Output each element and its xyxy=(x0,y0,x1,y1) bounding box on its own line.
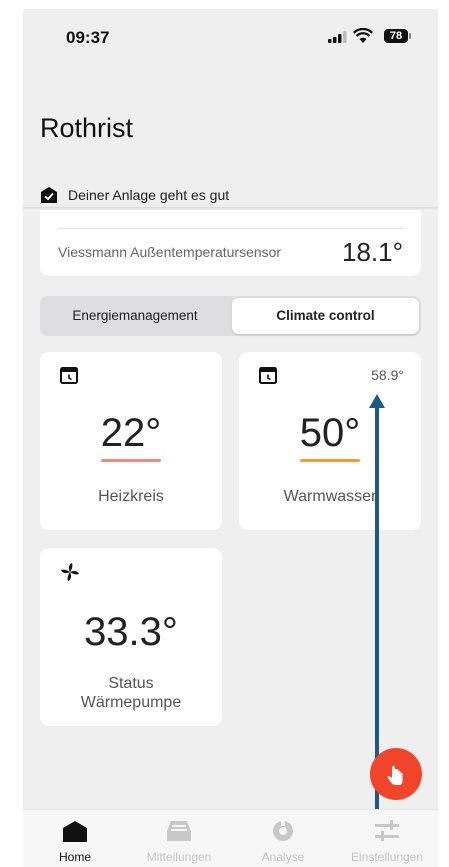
sensor-card[interactable]: Viessmann Außentemperatursensor 18.1° xyxy=(40,210,421,276)
hot-water-accent-bar xyxy=(300,459,360,462)
battery-nub xyxy=(409,33,411,39)
fan-icon xyxy=(61,563,79,581)
page-title: Rothrist xyxy=(40,113,134,143)
home-icon xyxy=(63,821,87,842)
heating-circuit-card[interactable]: 22° Heizkreis xyxy=(40,352,222,530)
heat-pump-label: Status Wärmepumpe xyxy=(80,675,182,711)
hot-water-target-temp: 50° xyxy=(299,411,361,455)
tab-mitteilungen[interactable]: Mitteilungen xyxy=(127,810,231,867)
hand-pointer-icon xyxy=(387,765,403,785)
status-bar: 09:37 78 xyxy=(23,9,438,69)
pointer-arrow-head xyxy=(369,394,385,408)
help-button[interactable] xyxy=(370,748,422,800)
tab-analyse[interactable]: Analyse xyxy=(231,810,335,867)
schedule-icon xyxy=(60,367,78,384)
system-health[interactable]: Deiner Anlage geht es gut xyxy=(40,186,229,204)
sensor-value: 18.1° xyxy=(341,237,403,267)
sensor-label: Viessmann Außentemperatursensor xyxy=(58,244,282,260)
heating-label: Heizkreis xyxy=(98,488,164,505)
heating-target-temp: 22° xyxy=(100,411,162,455)
hot-water-current-temp: 58.9° xyxy=(371,367,404,383)
tab-label: Home xyxy=(58,850,91,864)
tab-einstellungen[interactable]: Einstellungen xyxy=(335,810,438,867)
segmented-control: Energiemanagement Climate control xyxy=(40,296,421,336)
analysis-icon xyxy=(273,820,293,841)
hot-water-card[interactable]: 58.9° 50° Warmwasser xyxy=(239,352,421,530)
bottom-tab-bar: Home Mitteilungen Analyse Einstellungen xyxy=(23,809,438,867)
inbox-icon xyxy=(167,821,191,841)
tab-energiemanagement[interactable]: Energiemanagement xyxy=(42,298,228,334)
tab-home[interactable]: Home xyxy=(23,810,127,867)
heat-pump-temp: 33.3° xyxy=(84,610,178,654)
heat-pump-card[interactable]: 33.3° Status Wärmepumpe xyxy=(40,548,222,726)
heating-accent-bar xyxy=(101,459,161,462)
wifi-icon xyxy=(353,28,373,43)
signal-icon xyxy=(328,31,347,43)
tab-climate-control[interactable]: Climate control xyxy=(232,298,419,334)
health-text: Deiner Anlage geht es gut xyxy=(68,187,230,203)
tab-label: Einstellungen xyxy=(350,850,424,864)
schedule-icon xyxy=(259,367,277,384)
tab-label: Mitteilungen xyxy=(146,850,212,864)
divider xyxy=(58,228,403,229)
hot-water-label: Warmwasser xyxy=(283,488,377,505)
house-check-icon xyxy=(41,187,57,203)
app-screen: 09:37 78 Rothrist Deiner Anlage geht es … xyxy=(23,9,438,867)
settings-sliders-icon xyxy=(375,820,399,841)
battery-indicator: 78 xyxy=(384,29,408,43)
tab-label: Analyse xyxy=(261,850,305,864)
status-time: 09:37 xyxy=(66,28,110,47)
